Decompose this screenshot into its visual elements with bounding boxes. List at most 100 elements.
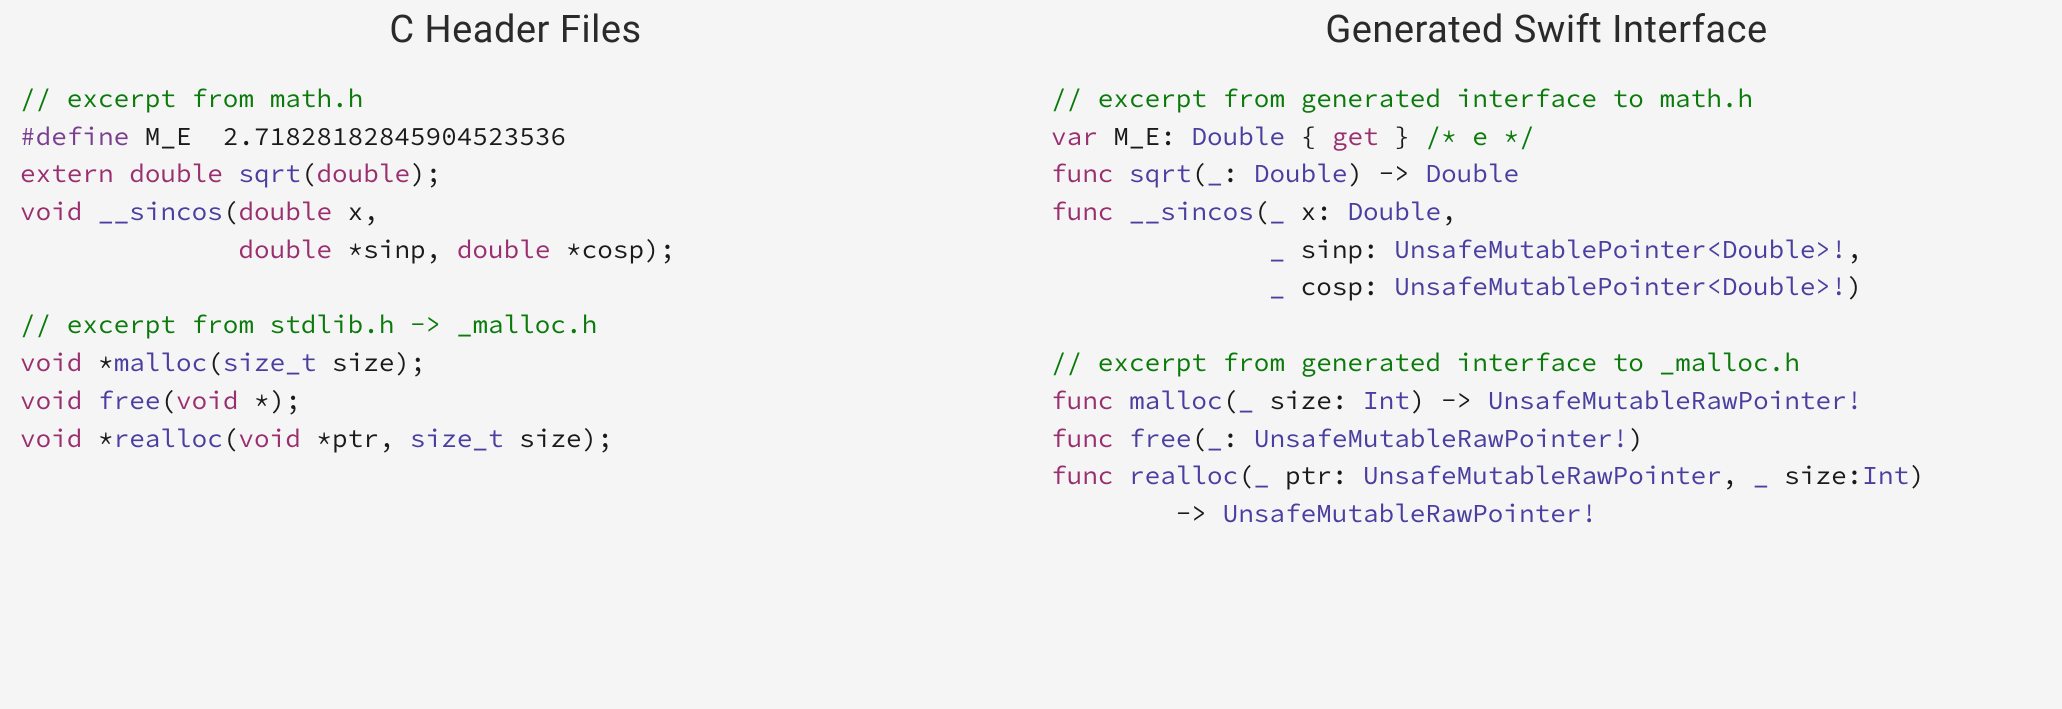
code-token: ( [223,422,239,455]
code-token: ) -> [1347,157,1425,190]
code-token: void [20,384,82,417]
code-token: size); [316,346,425,379]
code-token: : [1223,157,1254,190]
code-token [1113,422,1129,455]
code-token [1051,270,1269,303]
code-token: cosp: [1285,270,1394,303]
left-title: C Header Files [20,8,1011,52]
code-token: M_E [129,120,223,153]
code-token [1113,459,1129,492]
code-token: __sincos [98,195,223,228]
code-token [82,195,98,228]
code-token: size_t [223,346,317,379]
code-block: // excerpt from generated interface to _… [1051,344,2042,532]
code-token: double [238,233,332,266]
code-token: double [238,195,332,228]
code-token: func [1051,195,1113,228]
code-token: var [1051,120,1098,153]
code-token: _ [1753,459,1769,492]
code-token: // excerpt from math.h [20,82,363,115]
code-token: realloc [114,422,223,455]
code-token: ( [223,195,239,228]
code-token: func [1051,384,1113,417]
code-token: , [1847,233,1863,266]
code-token: malloc [1129,384,1223,417]
code-token: __sincos [1129,195,1254,228]
code-token: get [1332,120,1379,153]
code-token: *ptr, [301,422,410,455]
code-token: Double [1347,195,1441,228]
code-token: UnsafeMutableRawPointer! [1223,497,1597,530]
code-token: *); [238,384,300,417]
code-token: *sinp, [332,233,457,266]
code-token: ( [207,346,223,379]
code-token: _ [1269,233,1285,266]
code-token: ); [410,157,441,190]
code-token: sqrt [1129,157,1191,190]
code-token: size); [504,422,613,455]
code-token: { [1285,120,1332,153]
code-token: * [82,346,113,379]
code-token: -> [1051,497,1223,530]
code-token [223,157,239,190]
code-token: void [20,346,82,379]
code-block: // excerpt from stdlib.h -> _malloc.h vo… [20,306,1011,457]
code-token [114,157,130,190]
code-token: ( [1254,195,1270,228]
code-token: size_t [410,422,504,455]
code-token: 2.71828182845904523536 [223,120,566,153]
code-token: ( [1191,422,1207,455]
code-token [82,384,98,417]
code-token: func [1051,422,1113,455]
code-token: ( [1238,459,1254,492]
code-token: _ [1269,195,1285,228]
code-token: sinp: [1285,233,1394,266]
code-block: // excerpt from generated interface to m… [1051,80,2042,306]
code-token: ( [1223,384,1239,417]
code-token: Double [1425,157,1519,190]
code-token: void [238,422,300,455]
code-token: M_E: [1098,120,1192,153]
left-column: C Header Files // excerpt from math.h #d… [20,8,1011,533]
right-column: Generated Swift Interface // excerpt fro… [1051,8,2042,533]
code-token [1113,157,1129,190]
code-token: size: [1769,459,1863,492]
code-token: func [1051,459,1113,492]
code-token: UnsafeMutableRawPointer! [1488,384,1862,417]
code-token: malloc [114,346,208,379]
code-token: // excerpt from generated interface to m… [1051,82,1753,115]
code-token: , [1722,459,1753,492]
code-token: void [20,422,82,455]
code-token: ( [301,157,317,190]
code-token: x, [332,195,379,228]
code-token: sqrt [238,157,300,190]
code-token: #define [20,120,129,153]
code-token: ) [1847,270,1863,303]
code-token: UnsafeMutableRawPointer! [1254,422,1628,455]
code-token: func [1051,157,1113,190]
code-token: _ [1254,459,1270,492]
code-token: , [1441,195,1457,228]
code-token: UnsafeMutablePointer<Double>! [1394,233,1846,266]
code-token: free [98,384,160,417]
code-token [20,233,238,266]
code-block: // excerpt from math.h #define M_E 2.718… [20,80,1011,268]
code-token: } [1379,120,1426,153]
right-code-area: // excerpt from generated interface to m… [1051,80,2042,533]
code-token: free [1129,422,1191,455]
code-token [1113,195,1129,228]
code-token: /* e */ [1425,120,1534,153]
code-token: ) [1909,459,1925,492]
code-token: double [129,157,223,190]
code-token: _ [1207,422,1223,455]
code-token: ( [160,384,176,417]
right-title: Generated Swift Interface [1051,8,2042,52]
code-token: * [82,422,113,455]
code-token: *cosp); [550,233,675,266]
code-token: // excerpt from generated interface to _… [1051,346,1800,379]
code-token: x: [1285,195,1347,228]
code-token: _ [1207,157,1223,190]
code-token: ) -> [1410,384,1488,417]
code-token: extern [20,157,114,190]
code-token: // excerpt from stdlib.h -> _malloc.h [20,308,597,341]
